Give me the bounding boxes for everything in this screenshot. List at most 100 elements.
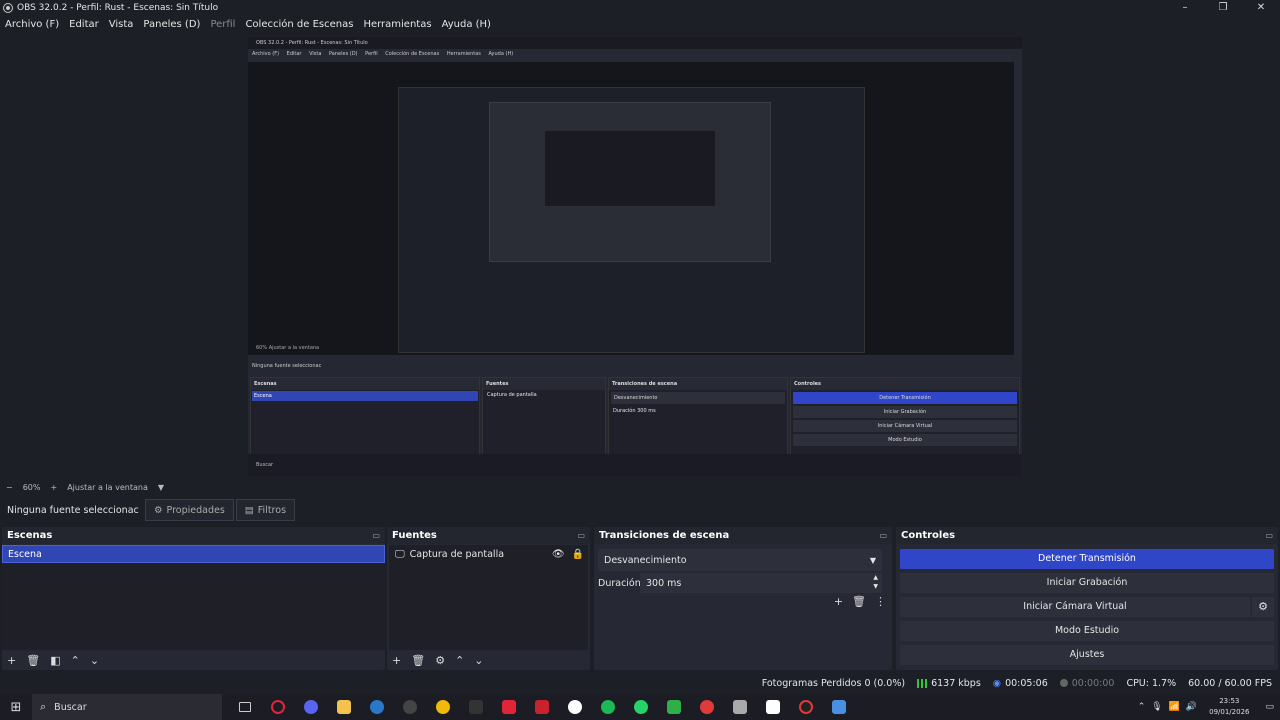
steam-icon[interactable] (360, 694, 393, 720)
wifi-icon[interactable]: 📶 (1169, 702, 1180, 712)
nested-duration: Duración 300 ms (613, 408, 656, 414)
nested-stop: Detener Transmisión (793, 392, 1017, 404)
notification-icon[interactable]: ▭ (1265, 702, 1274, 712)
epic-games-icon[interactable] (459, 694, 492, 720)
trash-icon[interactable]: 🗑 (852, 595, 866, 608)
duration-row: Duración 300 ms ▲ ▼ (598, 573, 886, 593)
menu-archivo[interactable]: Archivo (F) (5, 19, 59, 30)
trash-icon[interactable]: 🗑 (26, 654, 40, 667)
nested-scene-item: Escena (252, 391, 478, 401)
scene-item[interactable]: Escena (2, 545, 385, 563)
opera-icon[interactable] (261, 694, 294, 720)
gray-app-icon[interactable] (723, 694, 756, 720)
filter-icon[interactable]: ◧ (50, 654, 60, 667)
menu-vista[interactable]: Vista (109, 19, 134, 30)
nested-inner-window-3 (545, 131, 715, 206)
undock-icon[interactable]: ▭ (1265, 531, 1273, 540)
undock-icon[interactable]: ▭ (879, 531, 887, 540)
trash-icon[interactable]: 🗑 (411, 654, 425, 667)
discord-icon[interactable] (294, 694, 327, 720)
whatsapp-icon[interactable] (624, 694, 657, 720)
fit-window-label[interactable]: Ajustar a la ventana (67, 483, 148, 492)
minimize-icon[interactable]: – (1166, 0, 1204, 15)
coin-app-icon[interactable] (426, 694, 459, 720)
source-toolbar: Ninguna fuente seleccionac ⚙ Propiedades… (0, 496, 1280, 524)
taskbar: ⊞ ⌕ Buscar ⌃ 🎙 📶 🔊 23:53 09/01/2026 ▭ (0, 694, 1280, 720)
duration-value: 300 ms (646, 577, 682, 589)
sources-list: 🖵 Captura de pantalla 👁 🔒 (389, 545, 588, 650)
nested-canvas (248, 62, 1014, 355)
chevron-up-icon[interactable]: ⌃ (1138, 702, 1146, 712)
duration-input[interactable]: 300 ms ▲ ▼ (640, 573, 882, 593)
add-icon[interactable]: + (7, 654, 16, 667)
valorant-icon[interactable] (492, 694, 525, 720)
window-controls: – ❐ ✕ (1166, 0, 1280, 15)
menu-coleccion-escenas[interactable]: Colección de Escenas (245, 19, 353, 30)
zoom-out-button[interactable]: − (6, 483, 13, 492)
spin-arrows-icon[interactable]: ▲ ▼ (873, 573, 878, 591)
undock-icon[interactable]: ▭ (577, 531, 585, 540)
add-icon[interactable]: + (834, 595, 843, 608)
add-icon[interactable]: + (392, 654, 401, 667)
filter-icon: ▤ (244, 504, 254, 516)
eye-icon[interactable]: 👁 (552, 549, 565, 560)
nested-zoom: 60% Ajustar a la ventana (256, 345, 320, 351)
menu-herramientas[interactable]: Herramientas (363, 19, 431, 30)
properties-button[interactable]: ⚙ Propiedades (145, 499, 234, 521)
transitions-title: Transiciones de escena (599, 530, 730, 541)
move-up-icon[interactable]: ⌃ (71, 654, 80, 667)
gmail-icon[interactable] (756, 694, 789, 720)
nested-title: OBS 32.0.2 - Perfil: Rust - Escenas: Sin… (248, 37, 1022, 49)
volume-icon[interactable]: 🔊 (1186, 702, 1197, 712)
red-round-app-icon[interactable] (690, 694, 723, 720)
settings-button[interactable]: Ajustes (900, 645, 1274, 665)
nested-menu-item: Paneles (D) (329, 51, 358, 57)
gear-icon[interactable]: ⚙ (1252, 597, 1274, 617)
menu-bar: Archivo (F) Editar Vista Paneles (D) Per… (0, 15, 1280, 33)
taskbar-search[interactable]: ⌕ Buscar (32, 694, 222, 720)
restore-icon[interactable]: ❐ (1204, 0, 1242, 15)
shield-icon[interactable] (822, 694, 855, 720)
menu-editar[interactable]: Editar (69, 19, 99, 30)
transition-select[interactable]: Desvanecimiento ▼ (598, 549, 882, 571)
green-app-icon[interactable] (657, 694, 690, 720)
red-app-icon[interactable] (525, 694, 558, 720)
duration-label: Duración (598, 577, 641, 589)
move-down-icon[interactable]: ⌄ (474, 654, 483, 667)
file-explorer-icon[interactable] (327, 694, 360, 720)
nested-source-item: Captura de pantalla (487, 392, 537, 398)
gear-icon[interactable]: ⚙ (435, 654, 445, 667)
move-down-icon[interactable]: ⌄ (90, 654, 99, 667)
spotify-icon[interactable] (591, 694, 624, 720)
menu-paneles[interactable]: Paneles (D) (143, 19, 200, 30)
menu-ayuda[interactable]: Ayuda (H) (442, 19, 491, 30)
clock[interactable]: 23:53 09/01/2026 (1209, 696, 1249, 718)
studio-mode-button[interactable]: Modo Estudio (900, 621, 1274, 641)
chatgpt-icon[interactable] (558, 694, 591, 720)
bitrate: 6137 kbps (917, 678, 981, 689)
stop-stream-button[interactable]: Detener Transmisión (900, 549, 1274, 569)
zoom-in-button[interactable]: + (50, 483, 57, 492)
transitions-dock: Transiciones de escena ▭ Desvanecimiento… (594, 527, 892, 670)
move-up-icon[interactable]: ⌃ (455, 654, 464, 667)
filters-button[interactable]: ▤ Filtros (235, 499, 296, 521)
task-view-icon[interactable] (228, 694, 261, 720)
more-icon[interactable]: ⋮ (875, 595, 886, 608)
start-record-button[interactable]: Iniciar Grabación (900, 573, 1274, 593)
zoom-dropdown-icon[interactable]: ▼ (158, 483, 164, 492)
microphone-icon[interactable]: 🎙 (1151, 702, 1162, 712)
zoom-value: 60% (22, 482, 41, 492)
nested-scenes-title: Escenas (251, 378, 479, 390)
menu-perfil[interactable]: Perfil (210, 19, 235, 30)
lock-icon[interactable]: 🔒 (572, 549, 584, 560)
nested-transitions: Transiciones de escena Desvanecimiento D… (608, 377, 788, 463)
nested-menu-item: Colección de Escenas (385, 51, 440, 57)
close-icon[interactable]: ✕ (1242, 0, 1280, 15)
nested-taskbar: Buscar (248, 454, 1022, 476)
windows-start-icon[interactable]: ⊞ (0, 700, 32, 715)
app-icon[interactable] (393, 694, 426, 720)
virtual-cam-button[interactable]: Iniciar Cámara Virtual (900, 597, 1250, 617)
undock-icon[interactable]: ▭ (372, 531, 380, 540)
obs-taskbar-icon[interactable] (789, 694, 822, 720)
source-item[interactable]: 🖵 Captura de pantalla 👁 🔒 (389, 545, 588, 563)
